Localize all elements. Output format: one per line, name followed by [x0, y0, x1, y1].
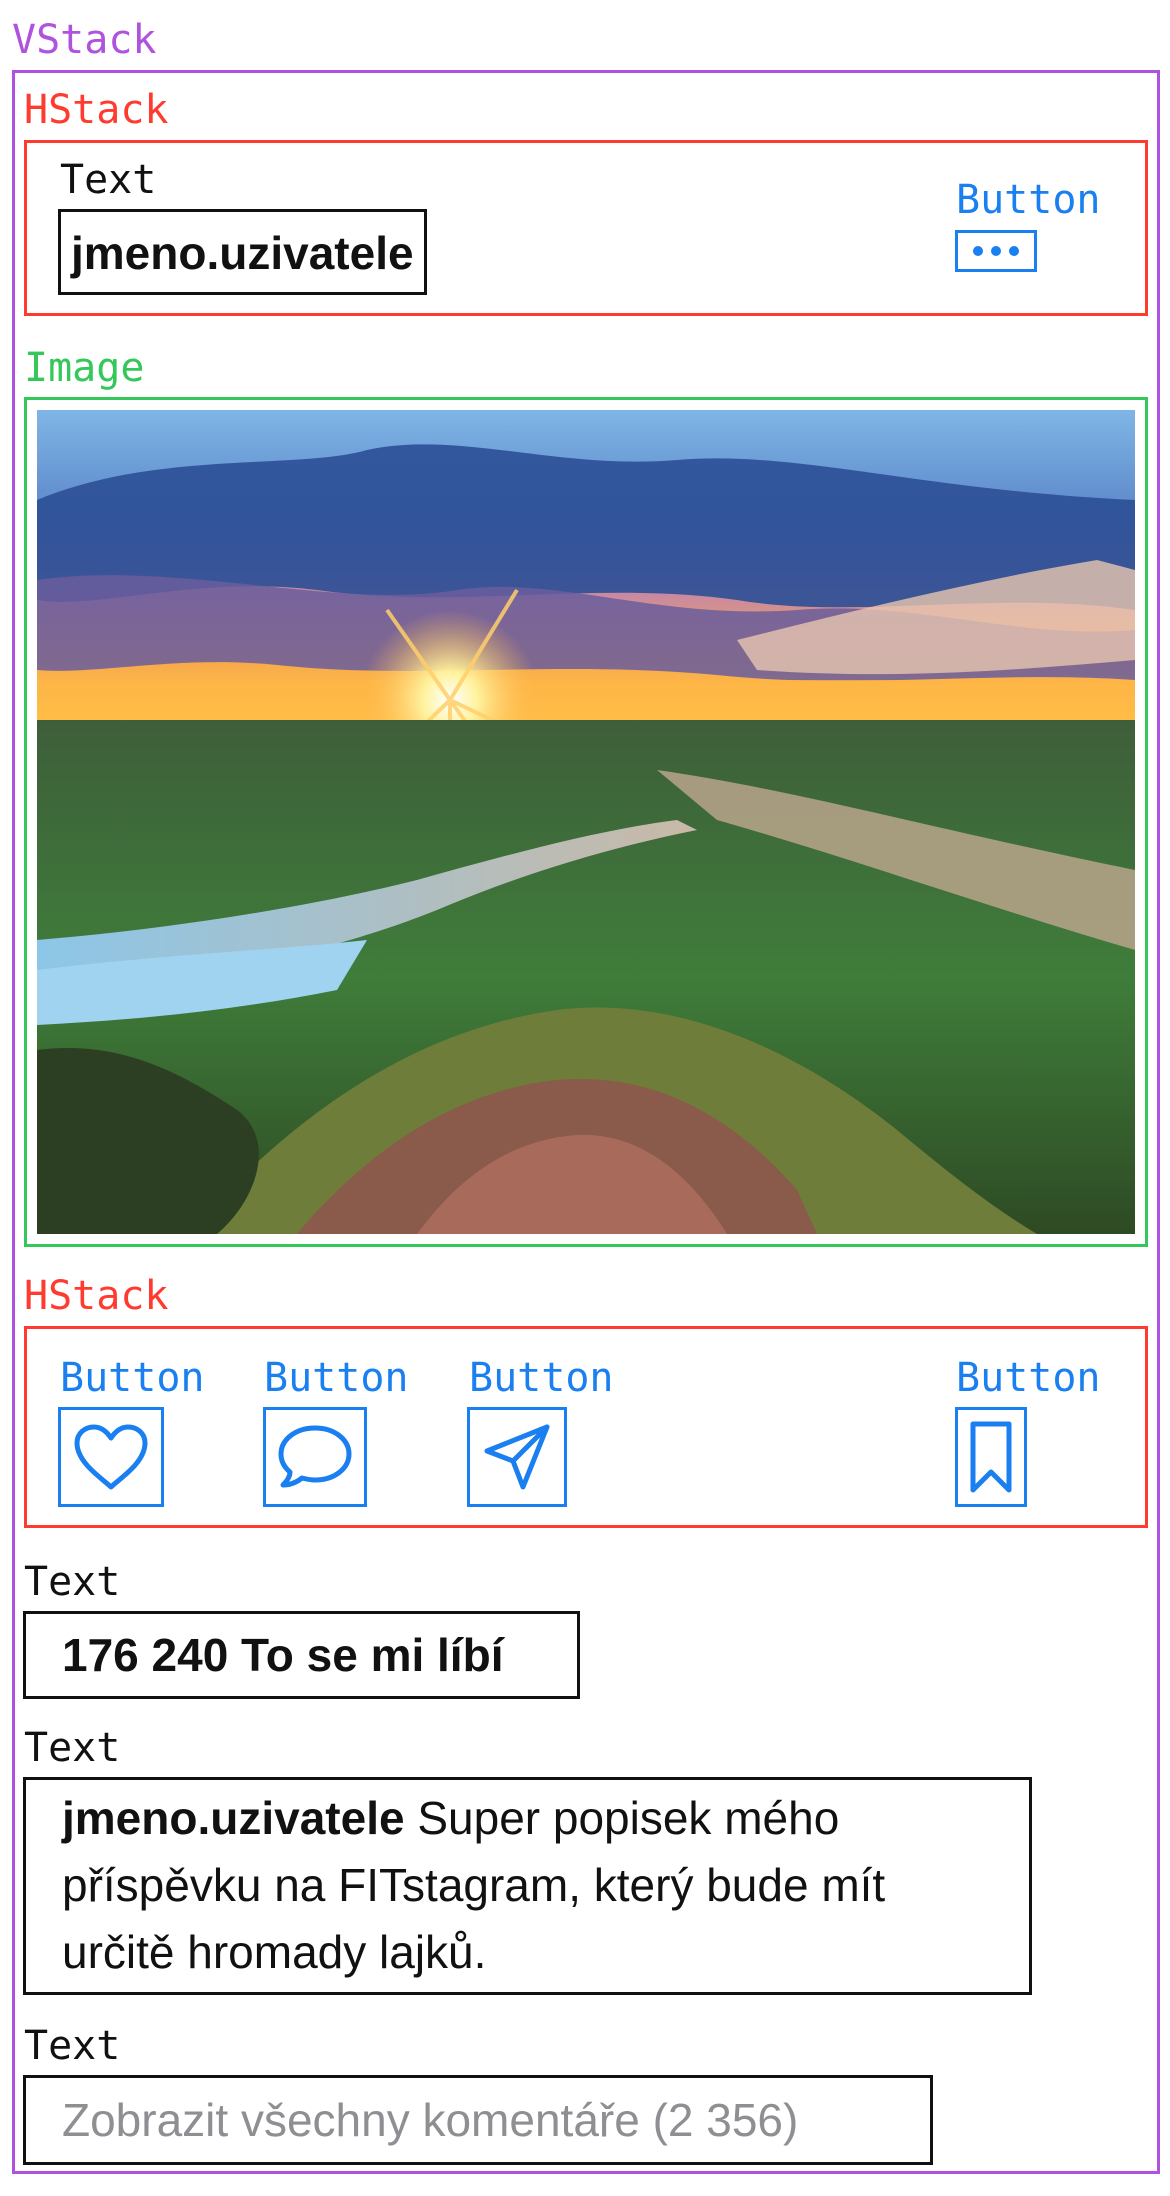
ellipsis-icon [973, 246, 1019, 256]
bookmark-button[interactable] [955, 1407, 1027, 1507]
like-button-label: Button [60, 1355, 205, 1401]
comments-text-label: Text [24, 2023, 121, 2069]
caption-username: jmeno.uzivatele [62, 1792, 405, 1844]
comments-text[interactable]: Zobrazit všechny komentáře (2 356) [23, 2075, 933, 2165]
username-text: jmeno.uzivatele [58, 209, 427, 295]
caption-text-label: Text [24, 1725, 121, 1771]
share-button-label: Button [469, 1355, 614, 1401]
caption-line-1: jmeno.uzivatele Super popisek mého [62, 1785, 1029, 1852]
share-button[interactable] [467, 1407, 567, 1507]
more-button-label: Button [956, 177, 1101, 223]
hstack-top-label: HStack [24, 87, 169, 133]
more-button[interactable] [955, 230, 1037, 272]
caption-text-start: Super popisek mého [404, 1792, 840, 1844]
like-button[interactable] [58, 1407, 164, 1507]
likes-text: 176 240 To se mi líbí [23, 1611, 580, 1699]
caption-line-2: příspěvku na FITstagram, který bude mít [62, 1859, 886, 1911]
username: jmeno.uzivatele [71, 227, 414, 279]
image-label: Image [24, 345, 145, 391]
caption-line-3: určitě hromady lajků. [62, 1926, 487, 1978]
heart-icon [74, 1424, 148, 1490]
likes-text-label: Text [24, 1559, 121, 1605]
paper-plane-icon [484, 1424, 550, 1490]
likes-count: 176 240 To se mi líbí [62, 1629, 504, 1681]
view-all-comments-link[interactable]: Zobrazit všechny komentáře (2 356) [62, 2094, 798, 2146]
caption-text: jmeno.uzivatele Super popisek mého přísp… [23, 1777, 1032, 1995]
speech-bubble-icon [278, 1425, 352, 1488]
hstack-actions-label: HStack [24, 1273, 169, 1319]
comment-button-label: Button [264, 1355, 409, 1401]
vstack-label: VStack [12, 17, 157, 63]
username-text-label: Text [60, 157, 157, 203]
comment-button[interactable] [263, 1407, 367, 1507]
bookmark-icon [970, 1421, 1012, 1493]
bookmark-button-label: Button [956, 1355, 1101, 1401]
post-image [37, 410, 1135, 1234]
